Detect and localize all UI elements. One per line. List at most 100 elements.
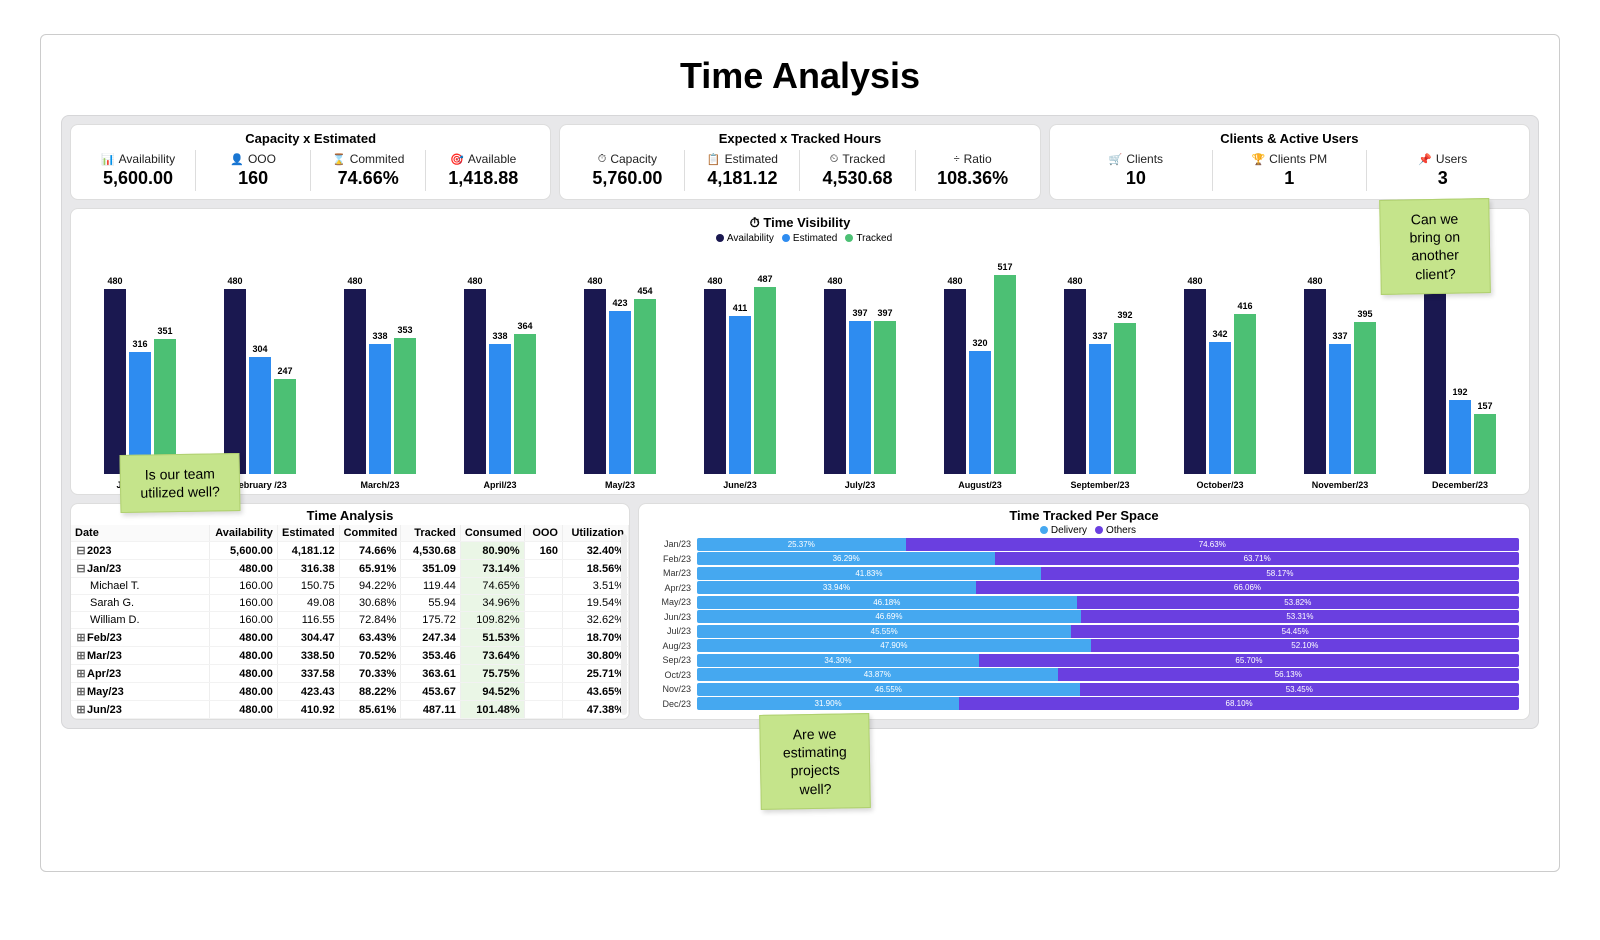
table-cell: ⊞Mar/23 — [71, 647, 209, 665]
table-header[interactable]: Availability — [209, 525, 277, 542]
table-row[interactable]: ⊞Jun/23480.00410.9285.61%487.11101.48%47… — [71, 701, 629, 719]
stacked-seg-others: 74.63% — [906, 538, 1519, 551]
stacked-bar[interactable]: 41.83%58.17% — [697, 567, 1519, 580]
bar[interactable]: 416 — [1234, 314, 1256, 474]
stacked-seg-delivery: 34.30% — [697, 654, 979, 667]
table-header[interactable]: Commited — [339, 525, 401, 542]
stacked-bar[interactable]: 46.55%53.45% — [697, 683, 1519, 696]
bar[interactable]: 364 — [514, 334, 536, 474]
bar[interactable]: 480 — [584, 289, 606, 474]
table-cell: 51.53% — [460, 629, 524, 647]
bar[interactable]: 337 — [1089, 344, 1111, 474]
bar[interactable]: 480 — [704, 289, 726, 474]
bar[interactable]: 392 — [1114, 323, 1136, 474]
bar[interactable]: 487 — [754, 287, 776, 474]
bar[interactable]: 480 — [944, 289, 966, 474]
stacked-bar[interactable]: 43.87%56.13% — [697, 668, 1519, 681]
table-row[interactable]: ⊞May/23480.00423.4388.22%453.6794.52%43.… — [71, 683, 629, 701]
stacked-row: Dec/2331.90%68.10% — [649, 697, 1519, 710]
stacked-bar[interactable]: 46.69%53.31% — [697, 610, 1519, 623]
table-cell — [524, 612, 562, 629]
bar[interactable]: 517 — [994, 275, 1016, 474]
table-header[interactable]: Estimated — [277, 525, 339, 542]
bar[interactable]: 411 — [729, 316, 751, 474]
table-row[interactable]: ⊞Mar/23480.00338.5070.52%353.4673.64%30.… — [71, 647, 629, 665]
bar[interactable]: 338 — [489, 344, 511, 474]
table-row[interactable]: Michael T.160.00150.7594.22%119.4474.65%… — [71, 578, 629, 595]
table-cell: 18.70% — [562, 629, 628, 647]
bar[interactable]: 480 — [1184, 289, 1206, 474]
bar-value-label: 342 — [1212, 329, 1227, 339]
table-cell — [524, 683, 562, 701]
expand-icon[interactable]: ⊞ — [75, 703, 87, 716]
table-cell: 410.92 — [277, 701, 339, 719]
table-header[interactable]: Date — [71, 525, 209, 542]
bar[interactable]: 480 — [224, 289, 246, 474]
table-row[interactable]: William D.160.00116.5572.84%175.72109.82… — [71, 612, 629, 629]
table-cell: 25.71% — [562, 665, 628, 683]
expand-icon[interactable]: ⊟ — [75, 544, 87, 557]
stacked-bar[interactable]: 46.18%53.82% — [697, 596, 1519, 609]
bar[interactable]: 395 — [1354, 322, 1376, 474]
table-row[interactable]: ⊞Apr/23480.00337.5870.33%363.6175.75%25.… — [71, 665, 629, 683]
bar[interactable]: 338 — [369, 344, 391, 474]
table-header[interactable]: Consumed — [460, 525, 524, 542]
bar-group: 480337395November/23 — [1281, 264, 1399, 490]
stacked-bar[interactable]: 31.90%68.10% — [697, 697, 1519, 710]
table-row[interactable]: ⊞Feb/23480.00304.4763.43%247.3451.53%18.… — [71, 629, 629, 647]
table-cell: 480.00 — [209, 683, 277, 701]
stacked-bar[interactable]: 34.30%65.70% — [697, 654, 1519, 667]
sticky-note[interactable]: Are we estimating projects well? — [759, 713, 871, 810]
expand-icon[interactable]: ⊞ — [75, 685, 87, 698]
stacked-bar[interactable]: 47.90%52.10% — [697, 639, 1519, 652]
bar[interactable]: 353 — [394, 338, 416, 474]
stacked-bar[interactable]: 45.55%54.45% — [697, 625, 1519, 638]
expand-icon[interactable]: ⊞ — [75, 667, 87, 680]
kpi-card: Expected x Tracked Hours⏱Capacity5,760.0… — [559, 124, 1040, 200]
table-header[interactable]: OOO — [524, 525, 562, 542]
bar[interactable]: 337 — [1329, 344, 1351, 474]
bar[interactable]: 480 — [104, 289, 126, 474]
stacked-bar[interactable]: 33.94%66.06% — [697, 581, 1519, 594]
sticky-note[interactable]: Is our team utilized well? — [119, 453, 240, 513]
bar[interactable]: 397 — [849, 321, 871, 474]
expand-icon[interactable]: ⊞ — [75, 649, 87, 662]
bar[interactable]: 454 — [634, 299, 656, 474]
scrollbar[interactable] — [621, 534, 627, 715]
bar[interactable]: 342 — [1209, 342, 1231, 474]
expand-icon[interactable]: ⊞ — [75, 631, 87, 644]
bar[interactable]: 480 — [824, 289, 846, 474]
bar[interactable]: 397 — [874, 321, 896, 474]
table-header[interactable]: Tracked — [401, 525, 461, 542]
bar[interactable]: 304 — [249, 357, 271, 474]
bar[interactable]: 480 — [1304, 289, 1326, 474]
expand-icon[interactable]: ⊟ — [75, 562, 87, 575]
bar-value-label: 395 — [1357, 309, 1372, 319]
bar-group: 480338364April/23 — [441, 264, 559, 490]
sticky-note[interactable]: Can we bring on another client? — [1379, 198, 1491, 295]
bar-value-label: 480 — [227, 276, 242, 286]
kpi-value: 1,418.88 — [432, 168, 534, 189]
table-row[interactable]: ⊟Jan/23480.00316.3865.91%351.0973.14%18.… — [71, 560, 629, 578]
kpi-card-title: Capacity x Estimated — [81, 131, 540, 146]
bar[interactable]: 480 — [344, 289, 366, 474]
bar[interactable]: 192 — [1449, 400, 1471, 474]
bar[interactable]: 480 — [1424, 289, 1446, 474]
table-cell — [524, 665, 562, 683]
table-cell — [524, 578, 562, 595]
bar[interactable]: 480 — [1064, 289, 1086, 474]
table-row[interactable]: Sarah G.160.0049.0830.68%55.9434.96%19.5… — [71, 595, 629, 612]
table-cell: 85.61% — [339, 701, 401, 719]
bar[interactable]: 423 — [609, 311, 631, 474]
stacked-bar[interactable]: 36.29%63.71% — [697, 552, 1519, 565]
bar[interactable]: 157 — [1474, 414, 1496, 474]
table-cell: 47.38% — [562, 701, 628, 719]
bar-value-label: 304 — [252, 344, 267, 354]
table-header[interactable]: Utilization — [562, 525, 628, 542]
table-cell: 337.58 — [277, 665, 339, 683]
stacked-bar[interactable]: 25.37%74.63% — [697, 538, 1519, 551]
table-row[interactable]: ⊟20235,600.004,181.1274.66%4,530.6880.90… — [71, 542, 629, 560]
bar[interactable]: 320 — [969, 351, 991, 474]
bar[interactable]: 480 — [464, 289, 486, 474]
bar[interactable]: 247 — [274, 379, 296, 474]
